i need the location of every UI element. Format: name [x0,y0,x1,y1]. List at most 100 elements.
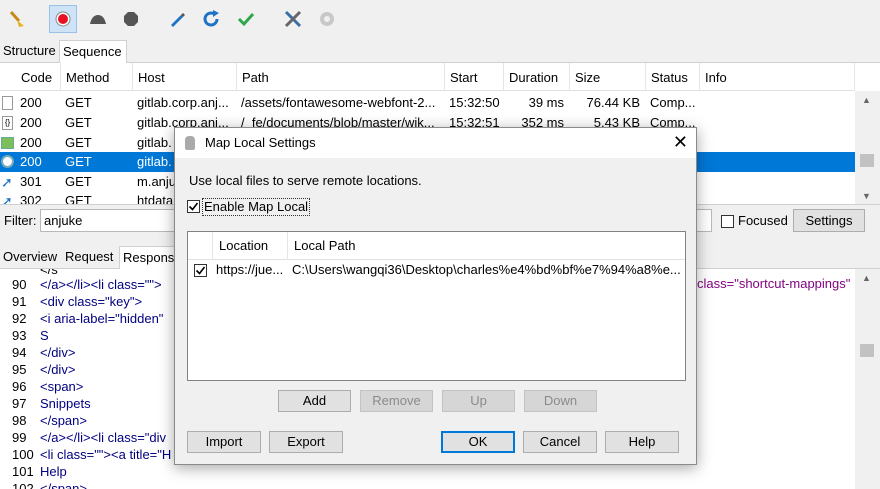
tab-request[interactable]: Request [62,246,116,269]
remove-button[interactable]: Remove [360,390,433,412]
line-number: 95 [12,362,27,377]
settings-button[interactable]: Settings [793,209,865,232]
cell-host: gitlab.corp.anj... [137,95,229,110]
pen-icon[interactable] [163,5,191,33]
table-scrollbar[interactable]: ▲ ▼ [855,91,880,204]
scroll-thumb[interactable] [860,154,874,167]
redirect-icon: ➚ [1,174,13,190]
line-number: 97 [12,396,27,411]
cell-method: GET [65,115,92,130]
cell-method: GET [65,154,92,169]
map-local-settings-dialog: Map Local Settings ✕ Use local files to … [174,127,697,465]
enable-map-local-label[interactable]: Enable Map Local [202,198,311,216]
refresh-icon[interactable] [197,5,225,33]
image-file-icon [1,137,14,149]
mappings-header: Location Local Path [188,232,685,260]
line-number: 102 [12,481,34,489]
cell-method: GET [65,95,92,110]
cell-method: GET [65,174,92,189]
col-host[interactable]: Host [133,63,237,91]
redirect-icon: ➚ [1,193,13,205]
col-status[interactable]: Status [646,63,700,91]
dialog-description: Use local files to serve remote location… [189,173,422,188]
up-button[interactable]: Up [442,390,515,412]
code-fragment: class="shortcut-mappings" [697,276,851,291]
enable-map-local-checkbox[interactable] [187,200,200,213]
code-text: Help [40,464,67,479]
export-button[interactable]: Export [269,431,343,453]
col-location[interactable]: Location [212,232,288,260]
cell-duration: 39 ms [528,95,564,110]
code-text: S [40,328,49,343]
request-icon [1,155,14,168]
code-text: </a></li><li class=""> [40,277,162,292]
throttle-icon[interactable] [84,5,112,33]
record-button[interactable] [49,5,77,33]
col-info[interactable]: Info [700,63,855,91]
import-button[interactable]: Import [187,431,261,453]
focused-label: Focused [738,213,788,228]
line-number: 90 [12,277,27,292]
code-text: </span> [40,481,87,489]
filter-input[interactable]: anjuke [40,209,180,232]
line-number: 98 [12,413,27,428]
help-button[interactable]: Help [605,431,679,453]
ok-button[interactable]: OK [441,431,515,453]
cell-code: 200 [20,115,42,130]
close-icon[interactable]: ✕ [673,128,688,156]
scroll-down-icon[interactable]: ▼ [862,191,871,201]
code-text: <li class=""><a title="H [40,447,172,462]
filter-input-end [696,209,712,232]
scroll-up-icon[interactable]: ▲ [862,273,871,283]
cell-method: GET [65,193,92,205]
stop-icon[interactable] [117,5,145,33]
down-button[interactable]: Down [524,390,597,412]
col-size[interactable]: Size [570,63,646,91]
line-number: 94 [12,345,27,360]
tab-overview[interactable]: Overview [0,246,60,269]
tab-response[interactable]: Respons [119,246,179,270]
cell-size: 76.44 KB [586,95,641,110]
tab-structure[interactable]: Structure [0,40,59,63]
broom-icon[interactable] [3,5,31,33]
cell-code: 200 [20,135,42,150]
line-number: 101 [12,464,34,479]
col-path[interactable]: Path [237,63,445,91]
mappings-table: Location Local Path https://jue... C:\Us… [187,231,686,381]
col-local-path[interactable]: Local Path [288,232,686,260]
tools-icon[interactable] [279,5,307,33]
check-icon[interactable] [232,5,260,33]
app-icon [185,136,195,150]
col-start[interactable]: Start [445,63,504,91]
mapping-row[interactable]: https://jue... C:\Users\wangqi36\Desktop… [188,260,685,280]
dialog-title: Map Local Settings [205,135,316,150]
dialog-body: Use local files to serve remote location… [175,158,696,464]
add-button[interactable]: Add [278,390,351,412]
line-number: 93 [12,328,27,343]
tab-sequence[interactable]: Sequence [59,40,127,64]
json-file-icon: {} [2,116,13,130]
cell-status: Comp... [650,95,696,110]
cell-code: 200 [20,154,42,169]
mapping-enabled-checkbox[interactable] [194,264,207,277]
code-scrollbar[interactable]: ▲ [855,269,880,489]
top-tabs: Structure Sequence [0,40,880,64]
code-text: </div> [40,345,76,360]
cell-code: 302 [20,193,42,205]
code-text: <span> [40,379,84,394]
col-code[interactable]: Code [16,63,61,91]
line-number: 91 [12,294,27,309]
line-number: 100 [12,447,34,462]
checkmark-icon [195,266,206,275]
code-text: Snippets [40,396,91,411]
col-method[interactable]: Method [61,63,133,91]
mapping-location: https://jue... [216,262,284,277]
col-duration[interactable]: Duration [504,63,570,91]
focused-checkbox[interactable] [721,215,734,228]
scroll-up-icon[interactable]: ▲ [862,95,871,105]
table-row[interactable]: 200 GET gitlab.corp.anj... /assets/fonta… [0,93,855,113]
scroll-thumb[interactable] [860,344,874,357]
cell-start: 15:32:50 [449,95,500,110]
cancel-button[interactable]: Cancel [523,431,597,453]
gear-icon[interactable] [313,5,341,33]
